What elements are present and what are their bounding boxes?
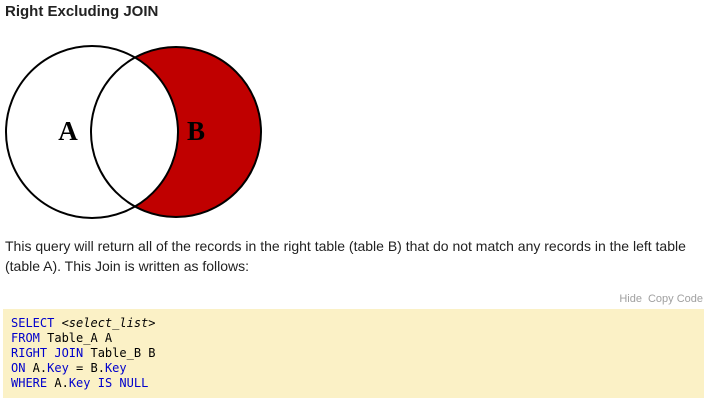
sql-keyword: RIGHT JOIN [11, 346, 84, 360]
sql-keyword: SELECT [11, 316, 55, 330]
sql-keyword: Key [104, 361, 127, 375]
code-line: SELECT <select_list> [11, 316, 704, 331]
venn-label-b: B [187, 116, 205, 146]
code-toolbar: Hide Copy Code [619, 292, 703, 306]
copy-code-link[interactable]: Copy Code [648, 293, 703, 305]
code-text: Table_A A [39, 331, 113, 345]
sql-keyword: Key [68, 376, 91, 390]
code-text: Table_B B [83, 346, 156, 360]
sql-keyword: IS NULL [97, 376, 149, 390]
sql-keyword: ON [11, 361, 26, 375]
venn-label-a: A [58, 116, 78, 146]
description-text: This query will return all of the record… [5, 238, 686, 274]
code-text: A. [47, 376, 69, 390]
page-title: Right Excluding JOIN [5, 3, 159, 20]
code-text: A. [25, 361, 48, 375]
code-line: ON A.Key = B.Key [11, 361, 704, 376]
code-text: = B. [68, 361, 105, 375]
sql-code-block: SELECT <select_list> FROM Table_A A RIGH… [3, 309, 704, 398]
sql-keyword: FROM [11, 331, 40, 345]
code-text: <select_list> [54, 316, 156, 330]
sql-keyword: WHERE [11, 376, 48, 390]
venn-diagram: A B [5, 45, 262, 219]
sql-keyword: Key [47, 361, 69, 375]
hide-code-link[interactable]: Hide [619, 293, 642, 305]
code-line: RIGHT JOIN Table_B B [11, 346, 704, 361]
code-line: FROM Table_A A [11, 331, 704, 346]
code-line: WHERE A.Key IS NULL [11, 376, 704, 391]
